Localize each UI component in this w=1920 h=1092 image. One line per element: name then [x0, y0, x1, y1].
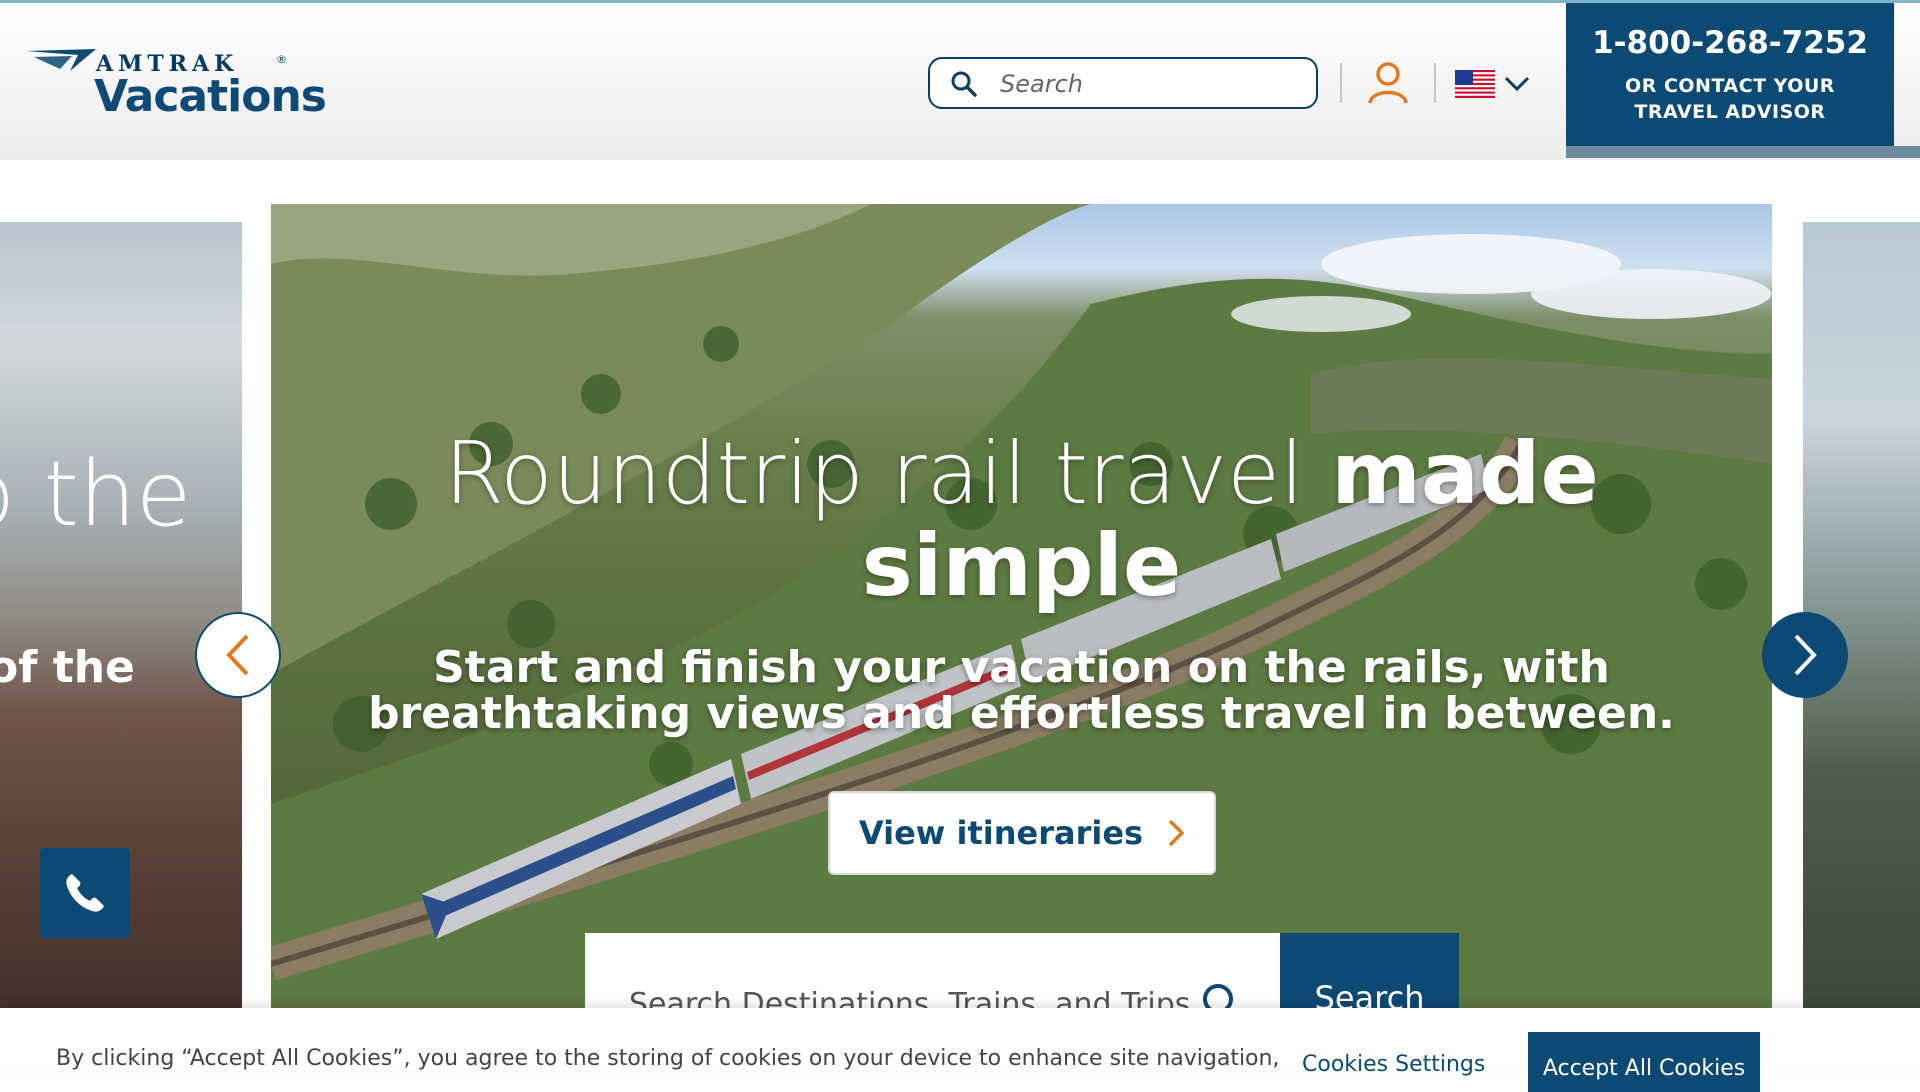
header-search-input[interactable] — [998, 69, 1302, 99]
search-icon[interactable] — [950, 70, 978, 98]
phone-icon — [66, 874, 104, 912]
cookie-notice-text: By clicking “Accept All Cookies”, you ag… — [56, 1046, 1280, 1071]
logo-vacations-text: Vacations — [94, 71, 327, 122]
subhead-line-2: breathtaking views and effortless travel… — [368, 688, 1675, 739]
logo-registered-mark: ® — [276, 53, 287, 66]
headline-light-text: Roundtrip rail travel — [444, 424, 1332, 524]
chevron-right-icon — [1794, 634, 1817, 676]
phone-number[interactable]: 1-800-268-7252 — [1566, 25, 1894, 61]
chevron-right-icon — [1168, 819, 1185, 847]
contact-advisor-text: OR CONTACT YOUR TRAVEL ADVISOR — [1566, 73, 1894, 125]
view-itineraries-button[interactable]: View itineraries — [828, 791, 1216, 875]
call-button[interactable] — [40, 848, 130, 938]
contact-phone-box[interactable]: 1-800-268-7252 OR CONTACT YOUR TRAVEL AD… — [1566, 3, 1894, 146]
cookies-settings-button[interactable]: Cookies Settings — [1302, 1052, 1485, 1077]
headline-bold-text-2: simple — [861, 516, 1182, 616]
phone-box-underline — [1566, 146, 1920, 158]
contact-advisor-line1: OR CONTACT YOUR — [1625, 75, 1835, 97]
chevron-down-icon[interactable] — [1504, 75, 1530, 93]
chevron-left-icon — [226, 634, 249, 676]
header-divider — [1434, 63, 1436, 103]
us-flag-icon[interactable] — [1455, 70, 1495, 98]
amtrak-swoosh-icon — [26, 49, 96, 71]
contact-advisor-line2: TRAVEL ADVISOR — [1634, 101, 1826, 123]
amtrak-vacations-logo[interactable]: AMTRAK ® Vacations — [26, 43, 327, 133]
cookie-banner: By clicking “Accept All Cookies”, you ag… — [0, 1008, 1920, 1092]
subhead-line-1: Start and finish your vacation on the ra… — [433, 642, 1610, 693]
user-account-icon[interactable] — [1367, 61, 1409, 105]
header-divider — [1340, 63, 1342, 103]
previous-slide-headline: o the — [0, 442, 192, 547]
carousel-prev-button[interactable] — [195, 612, 281, 698]
previous-slide-subhead: of the — [0, 642, 135, 693]
headline-bold-text: made — [1331, 424, 1599, 524]
hero-subheadline: Start and finish your vacation on the ra… — [271, 645, 1772, 737]
view-itineraries-label: View itineraries — [858, 814, 1144, 852]
accept-all-cookies-button[interactable]: Accept All Cookies — [1528, 1032, 1760, 1092]
hero-headline: Roundtrip rail travel made simple — [271, 428, 1772, 612]
carousel-next-button[interactable] — [1762, 612, 1848, 698]
header-search[interactable] — [928, 57, 1318, 109]
